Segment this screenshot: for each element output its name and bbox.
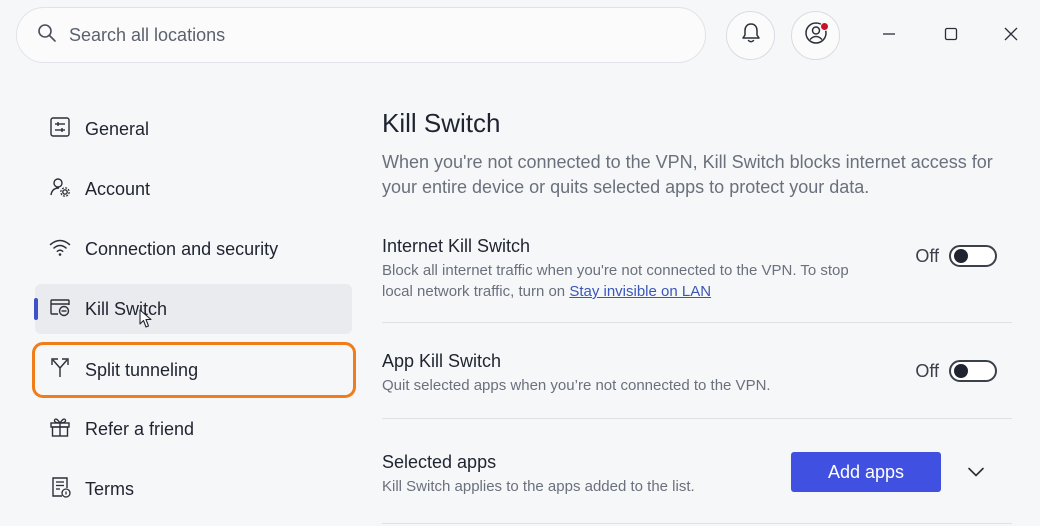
minimize-icon [881, 26, 897, 47]
bell-icon [738, 20, 764, 51]
stay-invisible-on-lan-link[interactable]: Stay invisible on LAN [569, 283, 711, 300]
gift-icon [48, 415, 72, 444]
kill-switch-icon [48, 295, 72, 324]
sidebar-item-label: Refer a friend [85, 418, 195, 439]
sidebar-item-label: Terms [85, 478, 134, 499]
internet-kill-switch-setting: Internet Kill Switch Block all internet … [382, 236, 1012, 302]
chevron-down-icon[interactable] [965, 461, 987, 483]
alert-dot [820, 22, 829, 31]
wifi-icon [48, 235, 72, 264]
app-kill-switch-setting: App Kill Switch Quit selected apps when … [382, 351, 1012, 396]
profile-button[interactable] [791, 11, 840, 60]
maximize-button[interactable] [937, 22, 965, 50]
app-window: General Account Connection and security … [0, 0, 1040, 526]
sidebar-item-label: Kill Switch [85, 298, 168, 319]
page-title: Kill Switch [382, 108, 501, 138]
sidebar-item-label: Connection and security [85, 238, 279, 259]
maximize-icon [943, 26, 959, 47]
sliders-icon [48, 115, 72, 144]
sidebar-item-terms[interactable]: Terms [35, 464, 352, 514]
setting-description: Block all internet traffic when you're n… [382, 260, 882, 302]
search-input[interactable] [69, 24, 629, 46]
internet-kill-switch-toggle[interactable] [949, 245, 997, 267]
mouse-cursor-icon [139, 309, 152, 328]
search-bar[interactable] [16, 7, 706, 63]
divider [382, 523, 1012, 524]
sidebar-item-split-tunneling[interactable]: Split tunneling [32, 342, 356, 398]
divider [382, 322, 1012, 323]
sidebar-item-refer-a-friend[interactable]: Refer a friend [35, 404, 352, 454]
app-kill-switch-toggle-group: Off [915, 360, 997, 382]
toggle-state-label: Off [915, 245, 939, 266]
account-settings-icon [48, 175, 72, 204]
active-indicator [34, 298, 38, 320]
selected-apps-setting: Selected apps Kill Switch applies to the… [382, 452, 1012, 497]
sidebar-item-label: Split tunneling [85, 359, 199, 380]
setting-description: Quit selected apps when you’re not conne… [382, 377, 771, 394]
internet-kill-switch-toggle-group: Off [915, 245, 997, 267]
app-kill-switch-toggle[interactable] [949, 360, 997, 382]
sidebar-item-connection-and-security[interactable]: Connection and security [35, 224, 352, 274]
terms-document-icon [48, 475, 72, 504]
divider [382, 418, 1012, 419]
minimize-button[interactable] [875, 22, 903, 50]
toggle-knob [954, 364, 968, 378]
toggle-knob [954, 249, 968, 263]
close-button[interactable] [997, 22, 1025, 50]
sidebar-item-general[interactable]: General [35, 104, 352, 154]
sidebar-item-label: General [85, 118, 150, 139]
toggle-state-label: Off [915, 360, 939, 381]
sidebar-item-label: Account [85, 178, 151, 199]
sidebar-item-account[interactable]: Account [35, 164, 352, 214]
page-description: When you're not connected to the VPN, Ki… [382, 152, 993, 197]
split-arrows-icon [48, 356, 72, 385]
add-apps-button[interactable]: Add apps [791, 452, 941, 492]
search-icon [37, 23, 57, 48]
close-icon [1003, 26, 1019, 47]
sidebar-item-kill-switch[interactable]: Kill Switch [34, 284, 352, 334]
notifications-button[interactable] [726, 11, 775, 60]
